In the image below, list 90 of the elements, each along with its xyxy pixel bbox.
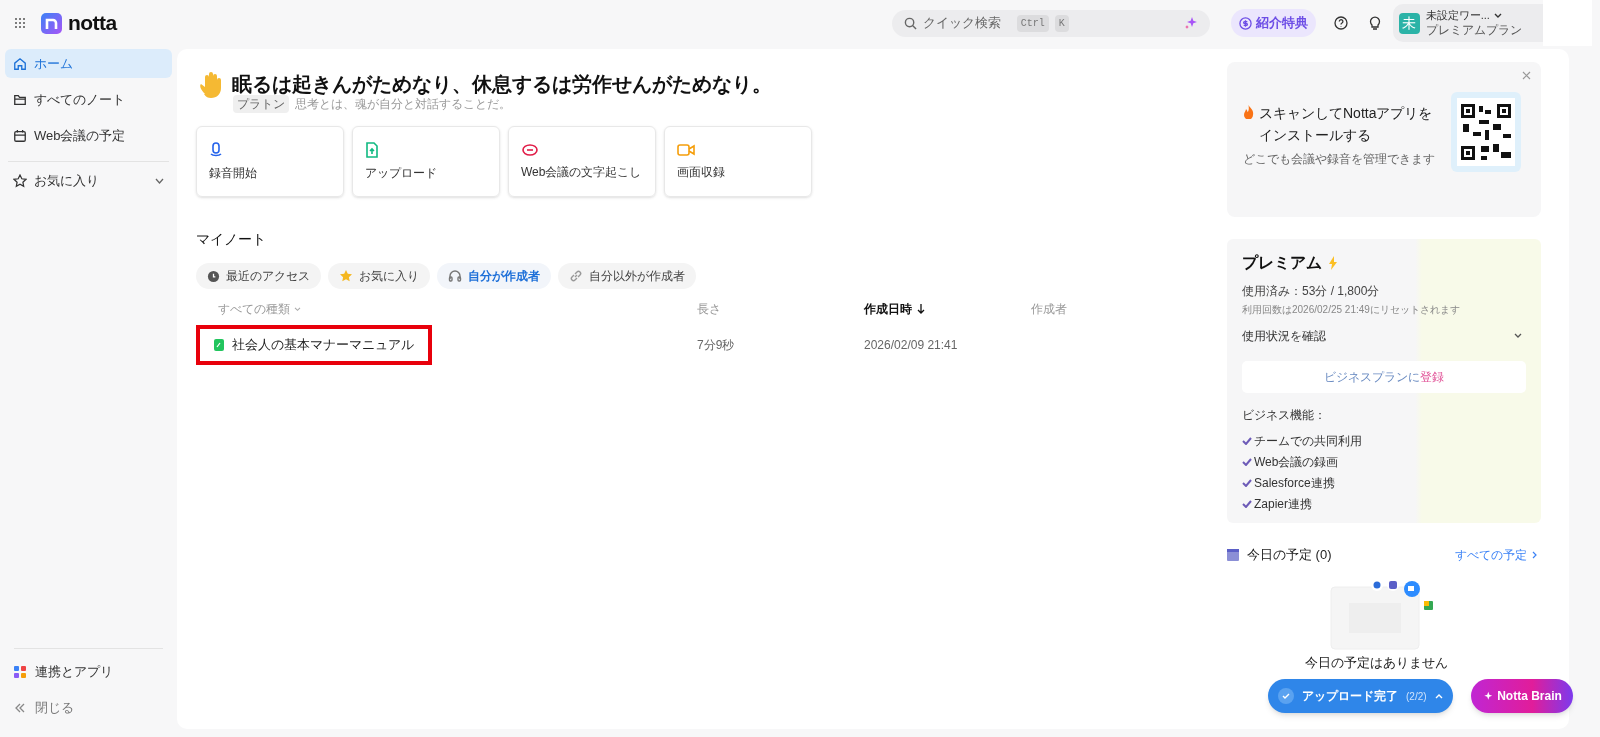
chevron-icon bbox=[155, 177, 164, 184]
sparkle-icon[interactable] bbox=[1183, 16, 1198, 30]
chevron-down-icon bbox=[294, 306, 301, 312]
column-header[interactable]: 作成日時 bbox=[864, 300, 1031, 318]
chevron-down-icon bbox=[1514, 333, 1522, 339]
sidebar-item[interactable]: Web会議の予定 bbox=[5, 121, 172, 150]
sidebar-item[interactable]: ホーム bbox=[5, 49, 172, 78]
chevron-down-icon bbox=[1493, 13, 1502, 19]
apps-icon bbox=[14, 665, 26, 678]
today-title: 今日の予定 (0) bbox=[1247, 546, 1332, 564]
headphones-icon bbox=[448, 269, 462, 283]
action-card[interactable]: Web会議の文字起こし bbox=[508, 126, 656, 197]
check-icon bbox=[1242, 437, 1252, 445]
filter-chip[interactable]: 最近のアクセス bbox=[196, 263, 321, 289]
action-card[interactable]: 録音開始 bbox=[196, 126, 344, 197]
upgrade-button[interactable]: ビジネスプランに登録 bbox=[1242, 361, 1526, 393]
filter-chip[interactable]: 自分が作成者 bbox=[437, 263, 551, 289]
check-circle-icon bbox=[1278, 688, 1294, 704]
clock-icon bbox=[207, 269, 220, 283]
note-title: 社会人の基本マナーマニュアル bbox=[232, 336, 414, 355]
action-card[interactable]: 画面収録 bbox=[664, 126, 812, 197]
empty-message: 今日の予定はありません bbox=[1305, 653, 1449, 672]
reset-note: 利用回数は2026/02/25 21:49にリセットされます bbox=[1242, 303, 1461, 317]
promo-title: スキャンしてNottaアプリをインストールする bbox=[1259, 104, 1434, 145]
star-icon bbox=[339, 269, 353, 283]
feature-item: Salesforce連携 bbox=[1254, 475, 1335, 492]
check-icon bbox=[1242, 500, 1252, 508]
logo-icon bbox=[41, 12, 62, 34]
shortcut-key: Ctrl bbox=[1016, 14, 1049, 32]
folder-icon bbox=[13, 92, 27, 107]
column-header: 長さ bbox=[697, 302, 721, 316]
author-tag: プラトン bbox=[233, 95, 289, 113]
premium-title: プレミアム bbox=[1242, 253, 1322, 273]
usage-text: 使用済み：53分 / 1,800分 bbox=[1242, 283, 1381, 300]
section-title: マイノート bbox=[196, 230, 267, 249]
close-icon[interactable] bbox=[1522, 71, 1531, 80]
calendar-icon bbox=[1227, 548, 1239, 561]
dollar-coin-icon bbox=[1238, 16, 1252, 30]
quote-text: 思考とは、魂が自分と対話することだ。 bbox=[295, 96, 511, 113]
qr-code-icon bbox=[1457, 98, 1515, 166]
link-icon bbox=[569, 269, 583, 283]
app-grid-icon[interactable] bbox=[14, 17, 26, 29]
promo-subtitle: どこでも会議や録音を管理できます bbox=[1243, 151, 1436, 168]
microphone-icon bbox=[209, 141, 223, 158]
workspace-name: 未設定ワー... bbox=[1425, 9, 1490, 23]
fire-icon bbox=[1243, 105, 1254, 119]
help-icon[interactable] bbox=[1333, 16, 1348, 30]
feature-item: チームでの共同利用 bbox=[1254, 433, 1362, 450]
filter-chip[interactable]: 自分以外が作成者 bbox=[558, 263, 696, 289]
double-chevron-icon bbox=[14, 701, 26, 714]
search-field[interactable]: クイック検索 Ctrl K bbox=[891, 9, 1210, 37]
check-icon bbox=[1242, 479, 1252, 487]
upload-file-icon bbox=[365, 141, 379, 158]
greeting-title: 眠るは起きんがためなり、休息するは労作せんがためなり。 bbox=[232, 72, 772, 97]
referral-button[interactable]: 紹介特典 bbox=[1230, 9, 1316, 37]
lightning-icon bbox=[1328, 256, 1338, 270]
sparkle-icon bbox=[1482, 690, 1494, 702]
sidebar-item[interactable]: 連携とアプリ bbox=[5, 657, 172, 686]
usage-toggle[interactable]: 使用状況を確認 bbox=[1242, 327, 1526, 345]
column-header: 作成者 bbox=[1031, 302, 1067, 316]
avatar: 未 bbox=[1398, 12, 1420, 34]
length-cell-text: 7分9秒 bbox=[697, 337, 736, 354]
all-events-link[interactable]: すべての予定 bbox=[1455, 545, 1537, 564]
filter-chip[interactable]: お気に入り bbox=[328, 263, 430, 289]
plan-label: プレミアムプラン bbox=[1425, 22, 1522, 37]
search-input[interactable]: クイック検索 bbox=[922, 13, 1011, 33]
star-outline-icon bbox=[13, 173, 27, 188]
sidebar-item[interactable]: すべてのノート bbox=[5, 85, 172, 114]
chevron-up-icon bbox=[1434, 693, 1443, 699]
home-icon bbox=[13, 56, 27, 71]
check-icon bbox=[1242, 458, 1252, 466]
feature-item: Zapier連携 bbox=[1254, 496, 1312, 513]
note-file-icon bbox=[214, 339, 224, 351]
action-card[interactable]: アップロード bbox=[352, 126, 500, 197]
sidebar-item[interactable]: 閉じる bbox=[5, 693, 172, 722]
note-title-cell[interactable]: 社会人の基本マナーマニュアル bbox=[196, 325, 432, 365]
logo-text: notta bbox=[68, 10, 117, 37]
video-camera-icon bbox=[677, 142, 695, 157]
features-title: ビジネス機能： bbox=[1242, 407, 1327, 424]
feature-item: Web会議の録画 bbox=[1254, 454, 1339, 471]
upload-status-button[interactable]: アップロード完了 (2/2) bbox=[1268, 679, 1453, 713]
lightbulb-icon[interactable] bbox=[1368, 16, 1381, 30]
shortcut-key: K bbox=[1054, 14, 1069, 32]
date-cell-text: 2026/02/09 21:41 bbox=[864, 337, 959, 354]
notta-brain-button[interactable]: Notta Brain bbox=[1471, 679, 1573, 713]
calendar-icon bbox=[13, 128, 27, 143]
chevron-right-icon bbox=[1532, 550, 1537, 559]
arrow-down-icon bbox=[917, 304, 925, 314]
favorites-item[interactable]: お気に入り bbox=[5, 166, 172, 195]
search-icon bbox=[903, 16, 917, 30]
